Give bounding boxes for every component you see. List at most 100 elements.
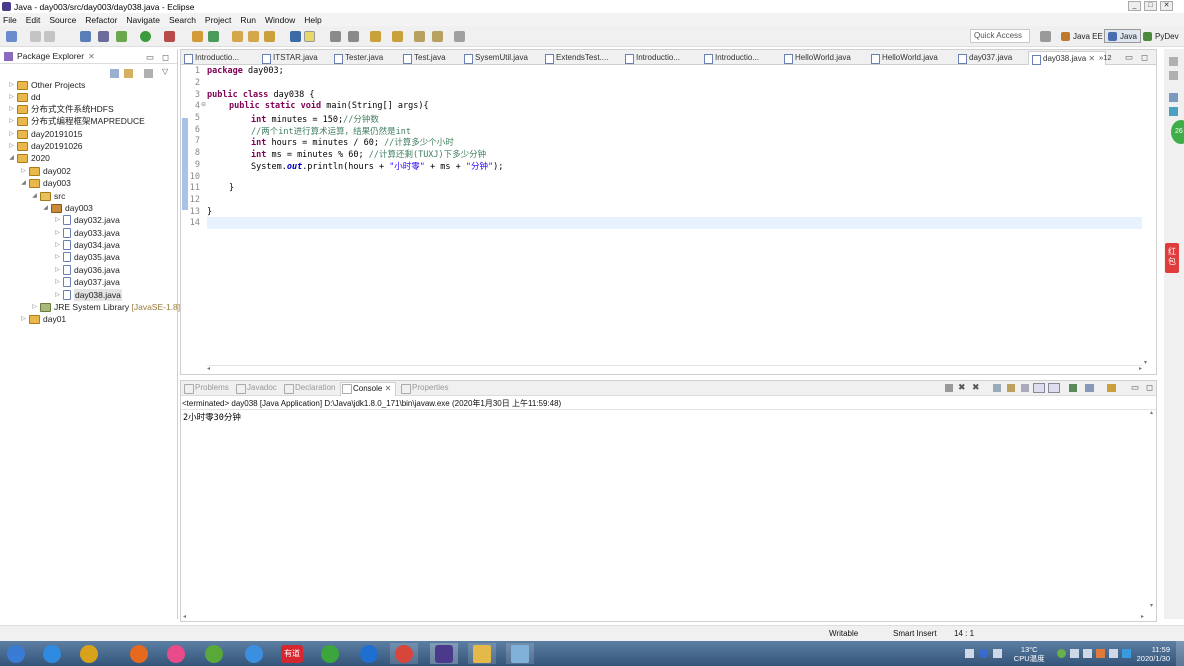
taskbar-app-chrome[interactable] [390,643,418,664]
taskbar-app-pinwheel[interactable] [75,643,103,664]
tree-item-other-projects[interactable]: ▷ Other Projects [8,79,85,91]
expand-icon[interactable]: ▷ [20,313,27,325]
tree-item-day002[interactable]: ▷ day002 [20,165,71,177]
tab-problems[interactable]: Problems [183,383,229,394]
close-button[interactable]: ✕ [1160,1,1173,11]
view-menu-icon[interactable]: ▽ [162,67,168,76]
taskbar-app-youdao[interactable]: 有道 [278,643,306,664]
clear-console-icon[interactable] [993,384,1001,392]
expand-icon[interactable]: ▷ [8,140,15,152]
clock[interactable]: 11:59 2020/1/30 [1137,645,1170,663]
expand-icon[interactable]: ▷ [54,227,61,239]
maximize-view-icon[interactable]: ◻ [162,52,169,63]
tree-item-day037[interactable]: ▷ day037.java [54,276,120,288]
qq-icon[interactable] [1121,649,1131,658]
external-tools-icon[interactable] [164,31,175,42]
new-icon[interactable] [6,31,17,42]
code-line-8[interactable]: int ms = minutes % 60; //计算还剩(TUXJ)下多少分钟 [251,148,486,160]
expand-icon[interactable]: ▷ [8,103,15,115]
show-on-error-icon[interactable] [1048,383,1060,393]
new-class-icon[interactable] [208,31,219,42]
expand-icon[interactable]: ▷ [20,165,27,177]
remove-launch-icon[interactable]: ✖ [958,382,966,393]
taskbar-app-explorer[interactable] [468,643,496,664]
taskbar-app-flower[interactable] [162,643,190,664]
taskbar-app-ie[interactable] [38,643,66,664]
expand-icon[interactable]: ▷ [8,115,15,127]
menu-window[interactable]: Window [265,15,295,25]
tab-sysemutil[interactable]: SysemUtil.java [461,51,528,65]
expand-icon[interactable]: ▷ [8,91,15,103]
block-selection-icon[interactable] [348,31,359,42]
notification-badge[interactable]: 26 [1171,120,1184,144]
editor-horizontal-scrollbar[interactable]: ◂ ▸ [207,365,1142,374]
taskbar-app-360[interactable] [316,643,344,664]
quick-access-input[interactable]: Quick Access [970,29,1030,43]
taskbar-app-firefox[interactable] [125,643,153,664]
code-line-5[interactable]: int minutes = 150;//分钟数 [251,113,379,125]
expand-icon[interactable]: ▷ [31,301,38,313]
save-icon[interactable] [30,31,41,42]
network-icon[interactable] [1056,649,1066,658]
tree-item-hdfs[interactable]: ▷ 分布式文件系统HDFS [8,103,113,115]
tree-item-day003[interactable]: ◢ day003 [20,177,71,189]
pin-icon[interactable] [454,31,465,42]
editor-vertical-scrollbar[interactable]: ▾ [1143,66,1152,366]
tree-item-day034[interactable]: ▷ day034.java [54,239,120,251]
focus-icon[interactable] [144,69,153,78]
battery-icon[interactable] [1108,649,1118,658]
tab-introduction-3[interactable]: Introductio... [701,51,759,65]
scroll-down-icon[interactable]: ▾ [1150,602,1153,609]
collapse-icon[interactable]: ◢ [20,177,27,189]
back-icon[interactable] [414,31,425,42]
scroll-lock-icon[interactable] [1007,384,1015,392]
tab-introduction-1[interactable]: Introductio... [181,51,239,65]
forward-icon[interactable] [432,31,443,42]
fold-icon[interactable]: ⊖ [201,101,206,108]
display-console-icon[interactable] [1085,384,1094,392]
minimize-view-icon[interactable]: ▭ [146,52,154,63]
expand-icon[interactable]: ▷ [54,264,61,276]
speaker-icon[interactable] [992,649,1002,658]
open-perspective-icon[interactable] [1040,31,1051,42]
scroll-down-icon[interactable]: ▾ [1144,359,1147,366]
package-explorer-title[interactable]: Package Explorer [17,51,84,61]
tab-properties[interactable]: Properties [400,383,448,394]
skip-breakpoints-icon[interactable] [98,31,109,42]
expand-icon[interactable]: ▷ [54,239,61,251]
prev-annotation-icon[interactable] [392,31,403,42]
show-desktop-button[interactable] [1176,641,1184,666]
tree-item-day20191026[interactable]: ▷ day20191026 [8,140,82,152]
close-tab-icon[interactable]: ✕ [1088,54,1095,63]
volume-icon[interactable] [1082,649,1092,658]
menu-edit[interactable]: Edit [26,15,41,25]
menu-refactor[interactable]: Refactor [85,15,117,25]
save-all-icon[interactable] [44,31,55,42]
minimize-button[interactable]: _ [1128,1,1141,11]
maximize-editor-icon[interactable]: ◻ [1141,52,1148,63]
task-list-icon[interactable] [1169,71,1178,80]
outline-view-icon[interactable] [1169,107,1178,116]
show-whitespace-icon[interactable] [330,31,341,42]
collapse-all-icon[interactable] [110,69,119,78]
next-annotation-icon[interactable] [370,31,381,42]
taskbar-app-cloud[interactable] [240,643,268,664]
hierarchy-icon[interactable] [1169,93,1178,102]
tree-item-package-day003[interactable]: ◢ day003 [42,202,93,214]
taskbar-app-ie2[interactable] [355,643,383,664]
expand-icon[interactable]: ▷ [8,128,15,140]
tab-tester[interactable]: Tester.java [331,51,383,65]
new-java-project-icon[interactable] [192,31,203,42]
scroll-right-icon[interactable]: ▸ [1141,613,1144,620]
perspective-pydev[interactable]: PyDev [1140,29,1182,43]
pin-console-icon[interactable] [1069,384,1077,392]
tab-introduction-2[interactable]: Introductio... [622,51,680,65]
collapse-icon[interactable]: ◢ [42,202,49,214]
code-line-11[interactable]: } [229,183,234,193]
minimize-console-icon[interactable]: ▭ [1131,382,1139,393]
more-tabs-indicator[interactable]: »12 [1099,53,1112,62]
tab-helloworld-1[interactable]: HelloWorld.java [781,51,851,65]
tab-day038[interactable]: day038.java ✕ [1028,51,1106,65]
tree-item-day038[interactable]: ▷ day038.java [54,289,122,301]
expand-icon[interactable]: ▷ [54,251,61,263]
